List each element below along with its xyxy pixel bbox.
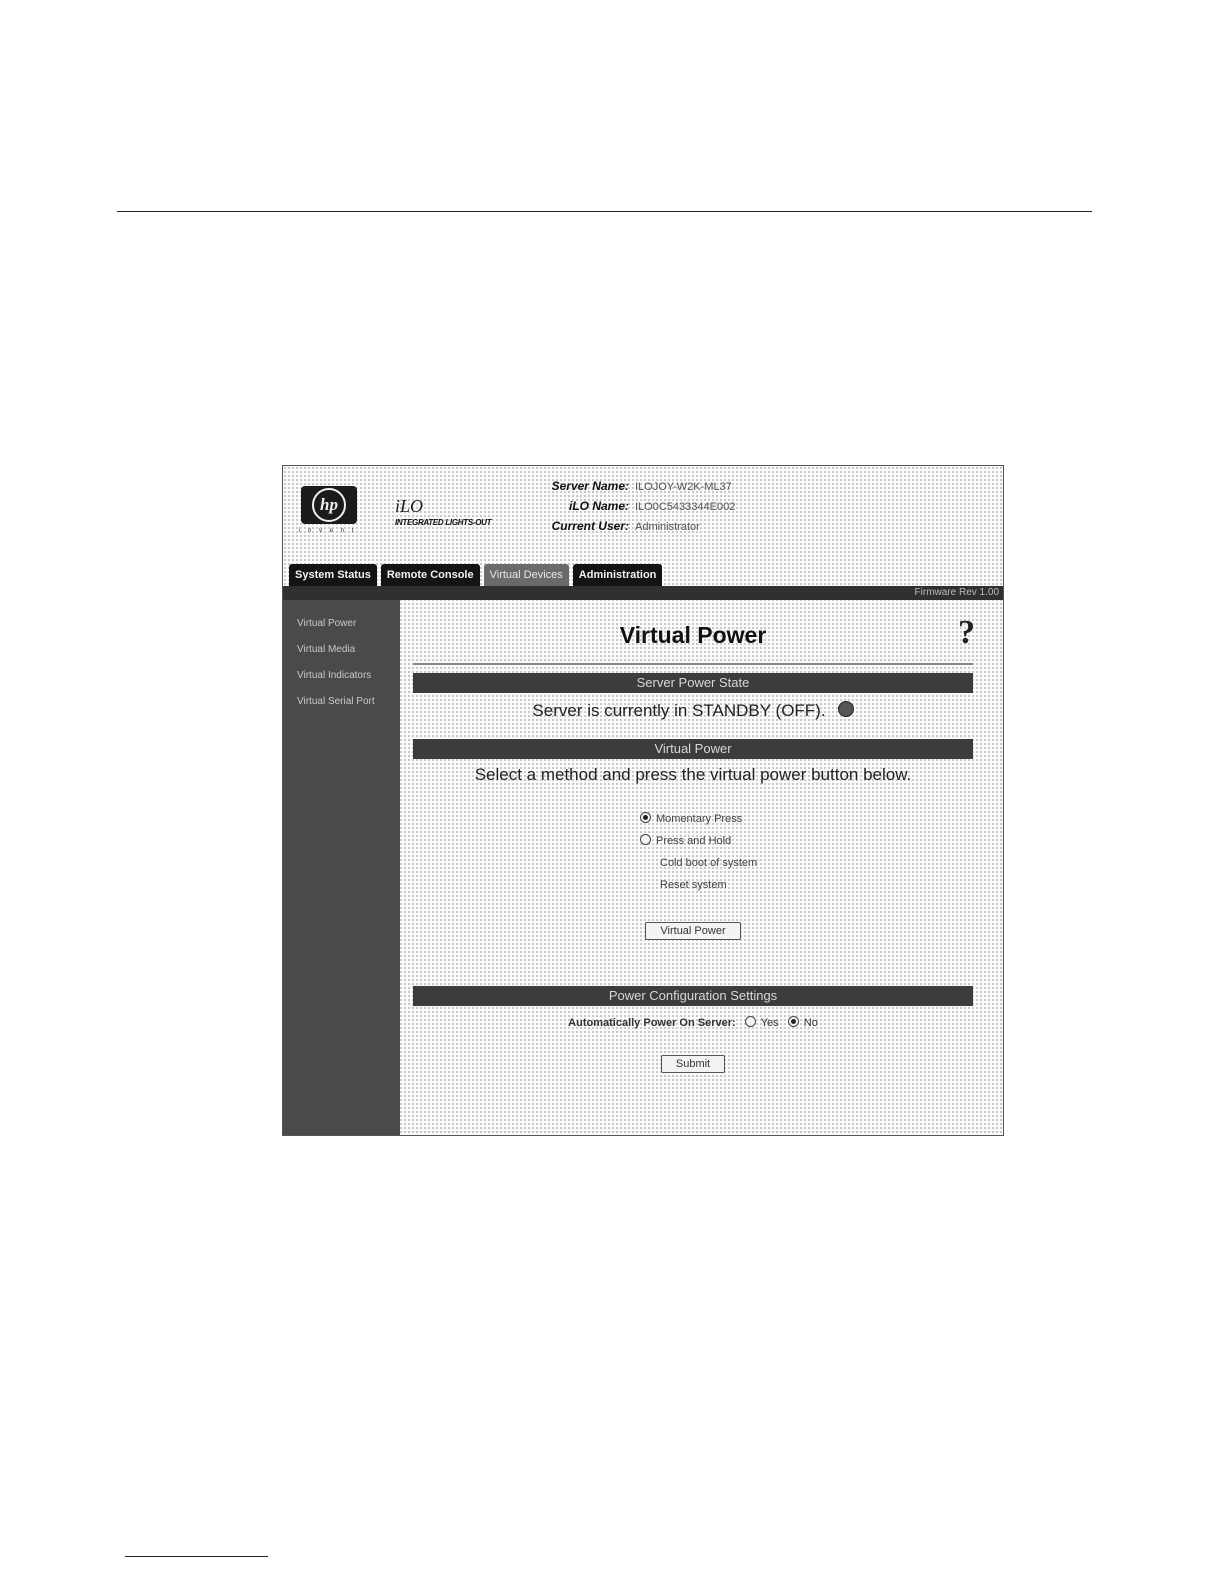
power-status-text: Server is currently in STANDBY (OFF). xyxy=(532,701,826,720)
radio-press-and-hold[interactable] xyxy=(640,834,651,845)
ilo-name-label: iLO Name: xyxy=(568,499,629,513)
option-label: Cold boot of system xyxy=(660,857,758,869)
virtual-power-button[interactable]: Virtual Power xyxy=(645,922,741,940)
sidebar-item-virtual-serial-port[interactable]: Virtual Serial Port xyxy=(297,696,377,708)
product-name: iLO xyxy=(395,496,424,516)
radio-auto-power-yes[interactable] xyxy=(744,1016,756,1027)
footnote-rule xyxy=(125,1556,268,1557)
tab-bar: Firmware Rev 1.00 xyxy=(283,586,1003,600)
submit-button[interactable]: Submit xyxy=(660,1055,726,1073)
sidebar: Virtual Power Virtual Media Virtual Indi… xyxy=(283,600,400,1135)
tab-system-status[interactable]: System Status xyxy=(289,564,377,586)
server-name-label: Server Name: xyxy=(551,479,629,493)
current-user-value: Administrator xyxy=(635,521,700,533)
power-method-options: Momentary Press Press and Hold Cold boot… xyxy=(640,808,973,896)
radio-momentary-press[interactable] xyxy=(640,812,651,823)
ilo-browser-screenshot: hp i n v e n t iLO INTEGRATED LIGHTS-OUT… xyxy=(282,465,1004,1136)
option-label: Press and Hold xyxy=(656,835,732,847)
tab-virtual-devices[interactable]: Virtual Devices xyxy=(483,564,569,586)
auto-power-row: Automatically Power On Server: Yes No xyxy=(413,1016,973,1029)
page-top-rule xyxy=(117,211,1092,212)
power-status-indicator-icon xyxy=(837,701,854,717)
virtual-power-header: Virtual Power xyxy=(413,739,973,759)
option-label: Momentary Press xyxy=(656,813,743,825)
hp-logo-icon: hp xyxy=(301,486,357,524)
ilo-name-value: ILO0C5433344E002 xyxy=(635,501,736,513)
firmware-revision: Firmware Rev 1.00 xyxy=(914,587,999,598)
option-momentary-press[interactable]: Momentary Press xyxy=(640,808,973,830)
option-label: Reset system xyxy=(660,879,727,891)
main-tabs: System Status Remote Console Virtual Dev… xyxy=(289,564,663,586)
option-press-and-hold[interactable]: Press and Hold xyxy=(640,830,973,852)
server-name-value: ILOJOY-W2K-ML37 xyxy=(635,481,732,493)
help-icon[interactable]: ? xyxy=(958,614,975,652)
auto-power-label: Automatically Power On Server: xyxy=(568,1017,736,1029)
sidebar-item-virtual-indicators[interactable]: Virtual Indicators xyxy=(297,670,377,682)
sidebar-item-virtual-power[interactable]: Virtual Power xyxy=(297,618,377,630)
product-subtitle: INTEGRATED LIGHTS-OUT xyxy=(395,518,492,527)
sidebar-item-virtual-media[interactable]: Virtual Media xyxy=(297,644,377,656)
main-content: Virtual Power ? Server Power State Serve… xyxy=(413,600,975,1073)
radio-auto-power-no[interactable] xyxy=(787,1016,799,1027)
tab-administration[interactable]: Administration xyxy=(572,564,663,586)
option-reset-system[interactable]: Reset system xyxy=(640,874,973,896)
virtual-power-instruction: Select a method and press the virtual po… xyxy=(474,765,912,784)
option-cold-boot[interactable]: Cold boot of system xyxy=(640,852,973,874)
auto-power-no-label: No xyxy=(803,1017,818,1029)
server-power-state-header: Server Power State xyxy=(413,673,973,693)
ilo-header: hp i n v e n t iLO INTEGRATED LIGHTS-OUT… xyxy=(283,466,1003,564)
tab-remote-console[interactable]: Remote Console xyxy=(380,564,480,586)
server-info: Server Name: ILOJOY-W2K-ML37 iLO Name: ILO… xyxy=(517,477,736,537)
current-user-label: Current User: xyxy=(551,519,629,533)
page-title: Virtual Power xyxy=(619,622,767,648)
title-divider xyxy=(413,663,973,665)
auto-power-yes-label: Yes xyxy=(760,1017,779,1029)
power-config-header: Power Configuration Settings xyxy=(413,986,973,1006)
power-status: Server is currently in STANDBY (OFF). xyxy=(413,701,973,721)
hp-tagline: i n v e n t xyxy=(299,528,357,534)
